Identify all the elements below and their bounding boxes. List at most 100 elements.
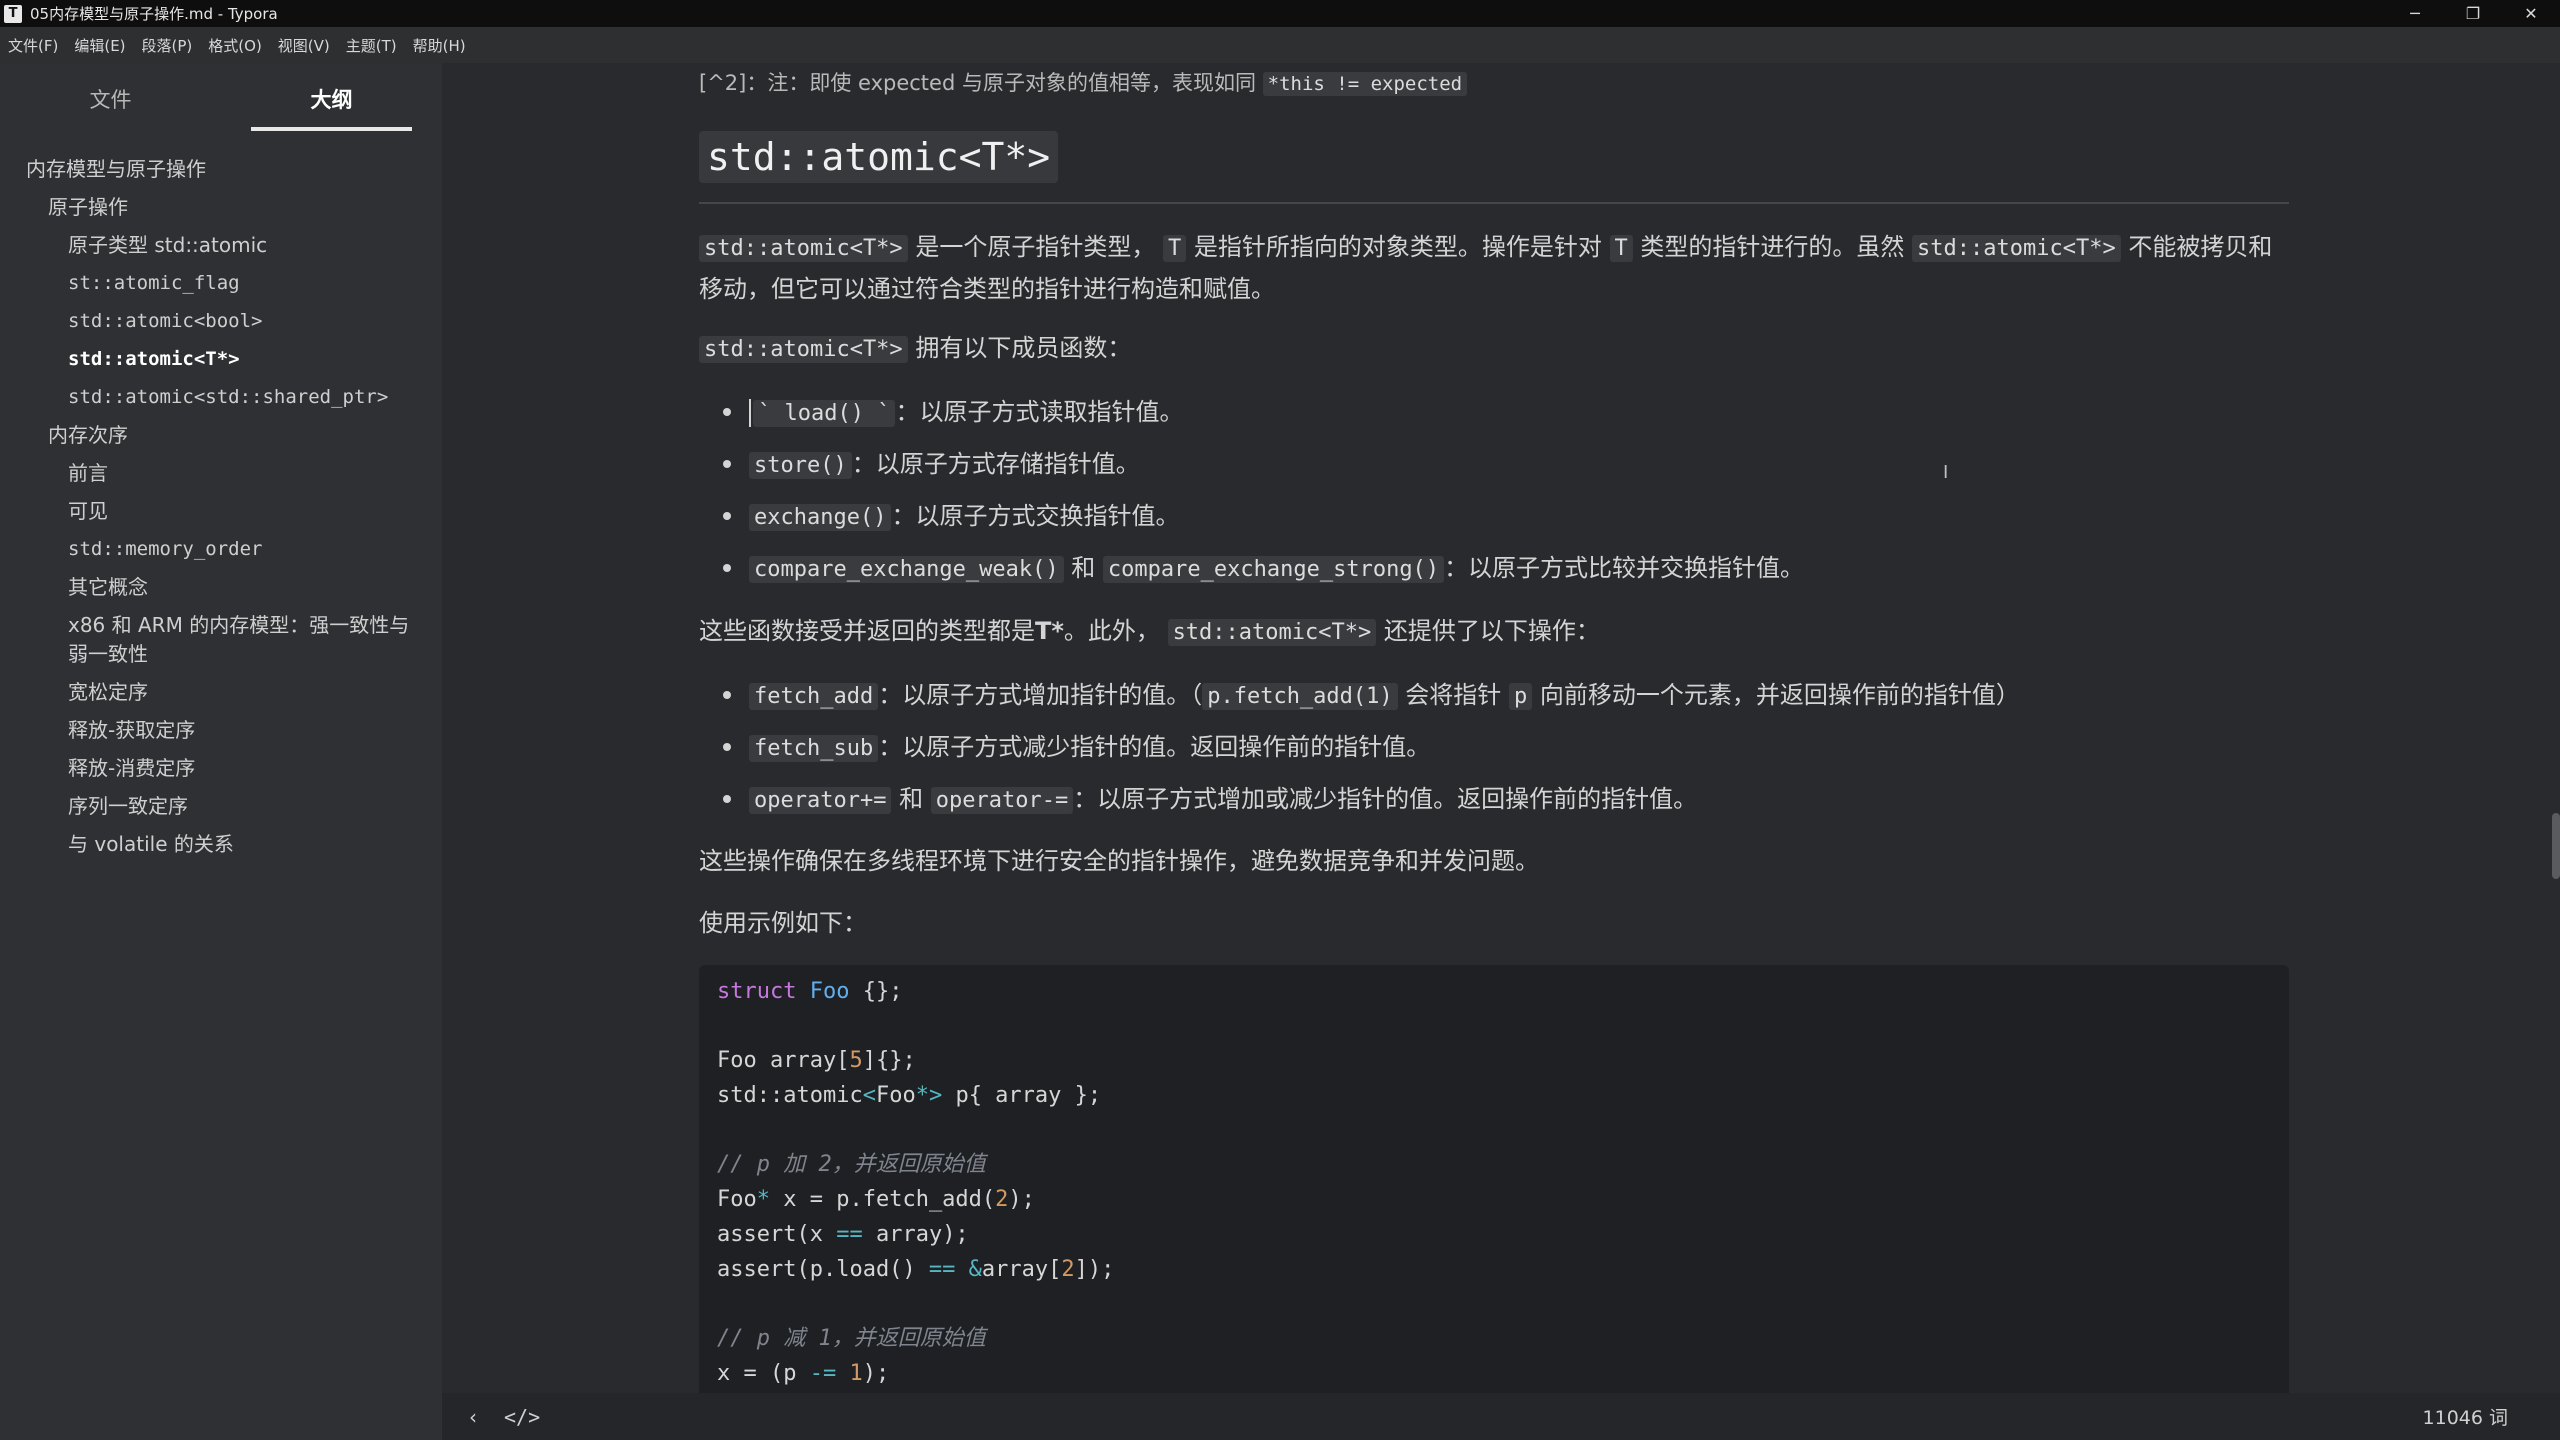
code-line: assert(p.load() == &array[2]); [717,1256,1115,1282]
outline-item[interactable]: 与 volatile 的关系 [0,830,442,859]
outline-item[interactable]: std::memory_order [0,535,442,564]
member-function-list: ` load() ` ：以原子方式读取指针值。 store() ：以原子方式存储指针… [699,386,2289,594]
inline-code: compare_exchange_weak() [749,556,1064,583]
list-item: compare_exchange_weak() 和 compare_exchan… [699,542,2289,594]
outline-item[interactable]: std::atomic<std::shared_ptr> [0,383,442,412]
inline-code: operator-= [930,787,1074,814]
scrollbar-thumb[interactable] [2552,813,2560,879]
word-count[interactable]: 11046 词 [2423,1403,2508,1430]
footnote-text: [^2]：注：即使 expected 与原子对象的值相等，表现如同 [699,71,1256,95]
text-cursor [749,399,751,427]
inline-code: compare_exchange_strong() [1102,556,1445,583]
outline-item[interactable]: 释放-获取定序 [0,716,442,745]
menu-format[interactable]: 格式(O) [208,35,262,56]
menu-help[interactable]: 帮助(H) [413,35,466,56]
source-code-mode-button[interactable]: </> [504,1405,540,1429]
inline-code: T [1162,235,1187,262]
restore-button[interactable]: ❐ [2444,0,2502,27]
menu-file[interactable]: 文件(F) [8,35,58,56]
inline-code: T [1609,235,1633,262]
inline-code: store() [749,452,852,479]
code-line: ​ [717,1114,2271,1149]
inline-code: std::atomic<T*> [699,235,908,262]
list-item-text: ：以原子方式减少指针的值。返回操作前的指针值。 [878,733,1431,761]
menu-edit[interactable]: 编辑(E) [74,35,125,56]
outline-tree: 内存模型与原子操作 原子操作原子类型 std::atomicst::atomic_… [0,135,442,859]
paragraph-text: 是指针所指向的对象类型。操作是针对 [1193,233,1602,261]
code-line: assert(x == array); [717,1221,969,1247]
outline-item[interactable]: 宽松定序 [0,678,442,707]
inline-code: operator+= [749,787,892,814]
mouse-ibeam-cursor: I [1943,462,1949,483]
paragraph-text: 还提供了以下操作： [1383,617,1600,645]
list-item: store() ：以原子方式存储指针值。 [699,438,2289,490]
inline-code: exchange() [749,504,892,531]
outline-item[interactable]: 可见 [0,497,442,526]
list-item-text: ：以原子方式交换指针值。 [891,502,1180,530]
code-block[interactable]: struct Foo {};​Foo array[5]{};std::atomi… [699,965,2289,1393]
paragraph-members-intro: std::atomic<T*> 拥有以下成员函数： [699,328,1131,370]
paragraph-text: 这些函数接受并返回的类型都是 [699,617,1035,645]
footnote-definition: [^2]：注：即使 expected 与原子对象的值相等，表现如同 *this … [699,67,1468,97]
title-bar: T 05内存模型与原子操作.md - Typora ─ ❐ ✕ [0,0,2560,27]
paragraph-text: 是一个原子指针类型， [915,233,1156,261]
inline-code: *this != expected [1262,72,1468,96]
paragraph-intro: std::atomic<T*> 是一个原子指针类型， T 是指针所指向的对象类型… [699,227,2289,309]
code-line: // p 加 2，并返回原始值 [717,1152,986,1178]
outline-item[interactable]: std::atomic<bool> [0,307,442,336]
list-item-text: ：以原子方式增加指针的值。（ [878,681,1203,709]
window-title: 05内存模型与原子操作.md - Typora [30,5,278,23]
heading-text: std::atomic<T*> [699,131,1059,183]
list-item-text: ：以原子方式存储指针值。 [851,450,1140,478]
list-item-text: ：以原子方式比较并交换指针值。 [1444,554,1805,582]
outline-item[interactable]: 前言 [0,459,442,488]
editor-area[interactable]: [^2]：注：即使 expected 与原子对象的值相等，表现如同 *this … [442,63,2560,1393]
minimize-button[interactable]: ─ [2386,0,2444,27]
list-item-text: ：以原子方式读取指针值。 [895,398,1184,426]
code-line: Foo* x = p.fetch_add(2); [717,1187,1035,1213]
outline-item[interactable]: 原子操作 [0,193,442,222]
outline-item[interactable]: 序列一致定序 [0,792,442,821]
code-line: Foo array[5]{}; [717,1048,916,1074]
toggle-sidebar-button[interactable]: ‹ [456,1405,490,1429]
outline-item[interactable]: 内存次序 [0,421,442,450]
inline-code: fetch_add [749,683,879,710]
list-item: fetch_sub ：以原子方式减少指针的值。返回操作前的指针值。 [699,721,2289,773]
outline-item[interactable]: std::atomic<T*> [0,345,442,374]
list-item-text: 会将指针 [1405,681,1502,709]
list-item-text: 向前移动一个元素，并返回操作前的指针值） [1539,681,2020,709]
list-item-text: ：以原子方式增加或减少指针的值。返回操作前的指针值。 [1073,785,1698,813]
code-line: ​ [717,1287,2271,1322]
tab-outline[interactable]: 大纲 [221,63,442,135]
list-item: operator+= 和 operator-= ：以原子方式增加或减少指针的值。返… [699,773,2289,825]
outline-item[interactable]: x86 和 ARM 的内存模型：强一致性与弱一致性 [0,611,442,669]
bold-text: T* [1035,617,1064,645]
list-item-text: 和 [899,785,924,813]
heading-divider [699,202,2289,204]
inline-code: p [1508,683,1533,710]
code-line: std::atomic<Foo*> p{ array }; [717,1083,1102,1109]
close-button[interactable]: ✕ [2502,0,2560,27]
outline-item[interactable]: 释放-消费定序 [0,754,442,783]
outline-item[interactable]: 内存模型与原子操作 [0,155,442,184]
inline-code: ` load() ` [753,400,896,427]
window-controls: ─ ❐ ✕ [2386,0,2560,27]
paragraph-text: 类型的指针进行的。虽然 [1640,233,1905,261]
list-item-text: 和 [1071,554,1096,582]
operation-list: fetch_add ：以原子方式增加指针的值。（ p.fetch_add(1) 会将… [699,669,2289,825]
tab-files[interactable]: 文件 [0,63,221,135]
menu-theme[interactable]: 主题(T) [346,35,397,56]
menu-view[interactable]: 视图(V) [278,35,330,56]
outline-item[interactable]: st::atomic_flag [0,269,442,298]
inline-code: fetch_sub [749,735,879,762]
code-line: // p 减 1，并返回原始值 [717,1325,986,1351]
paragraph-text: 拥有以下成员函数： [915,334,1132,362]
list-item: fetch_add ：以原子方式增加指针的值。（ p.fetch_add(1) 会将… [699,669,2289,721]
outline-item[interactable]: 其它概念 [0,573,442,602]
list-item: ` load() ` ：以原子方式读取指针值。 [699,386,2289,438]
code-line: ​ [717,1010,2271,1045]
inline-code: std::atomic<T*> [1167,619,1377,646]
outline-item[interactable]: 原子类型 std::atomic [0,231,442,260]
menu-paragraph[interactable]: 段落(P) [142,35,193,56]
code-line: x = (p -= 1); [717,1360,890,1386]
